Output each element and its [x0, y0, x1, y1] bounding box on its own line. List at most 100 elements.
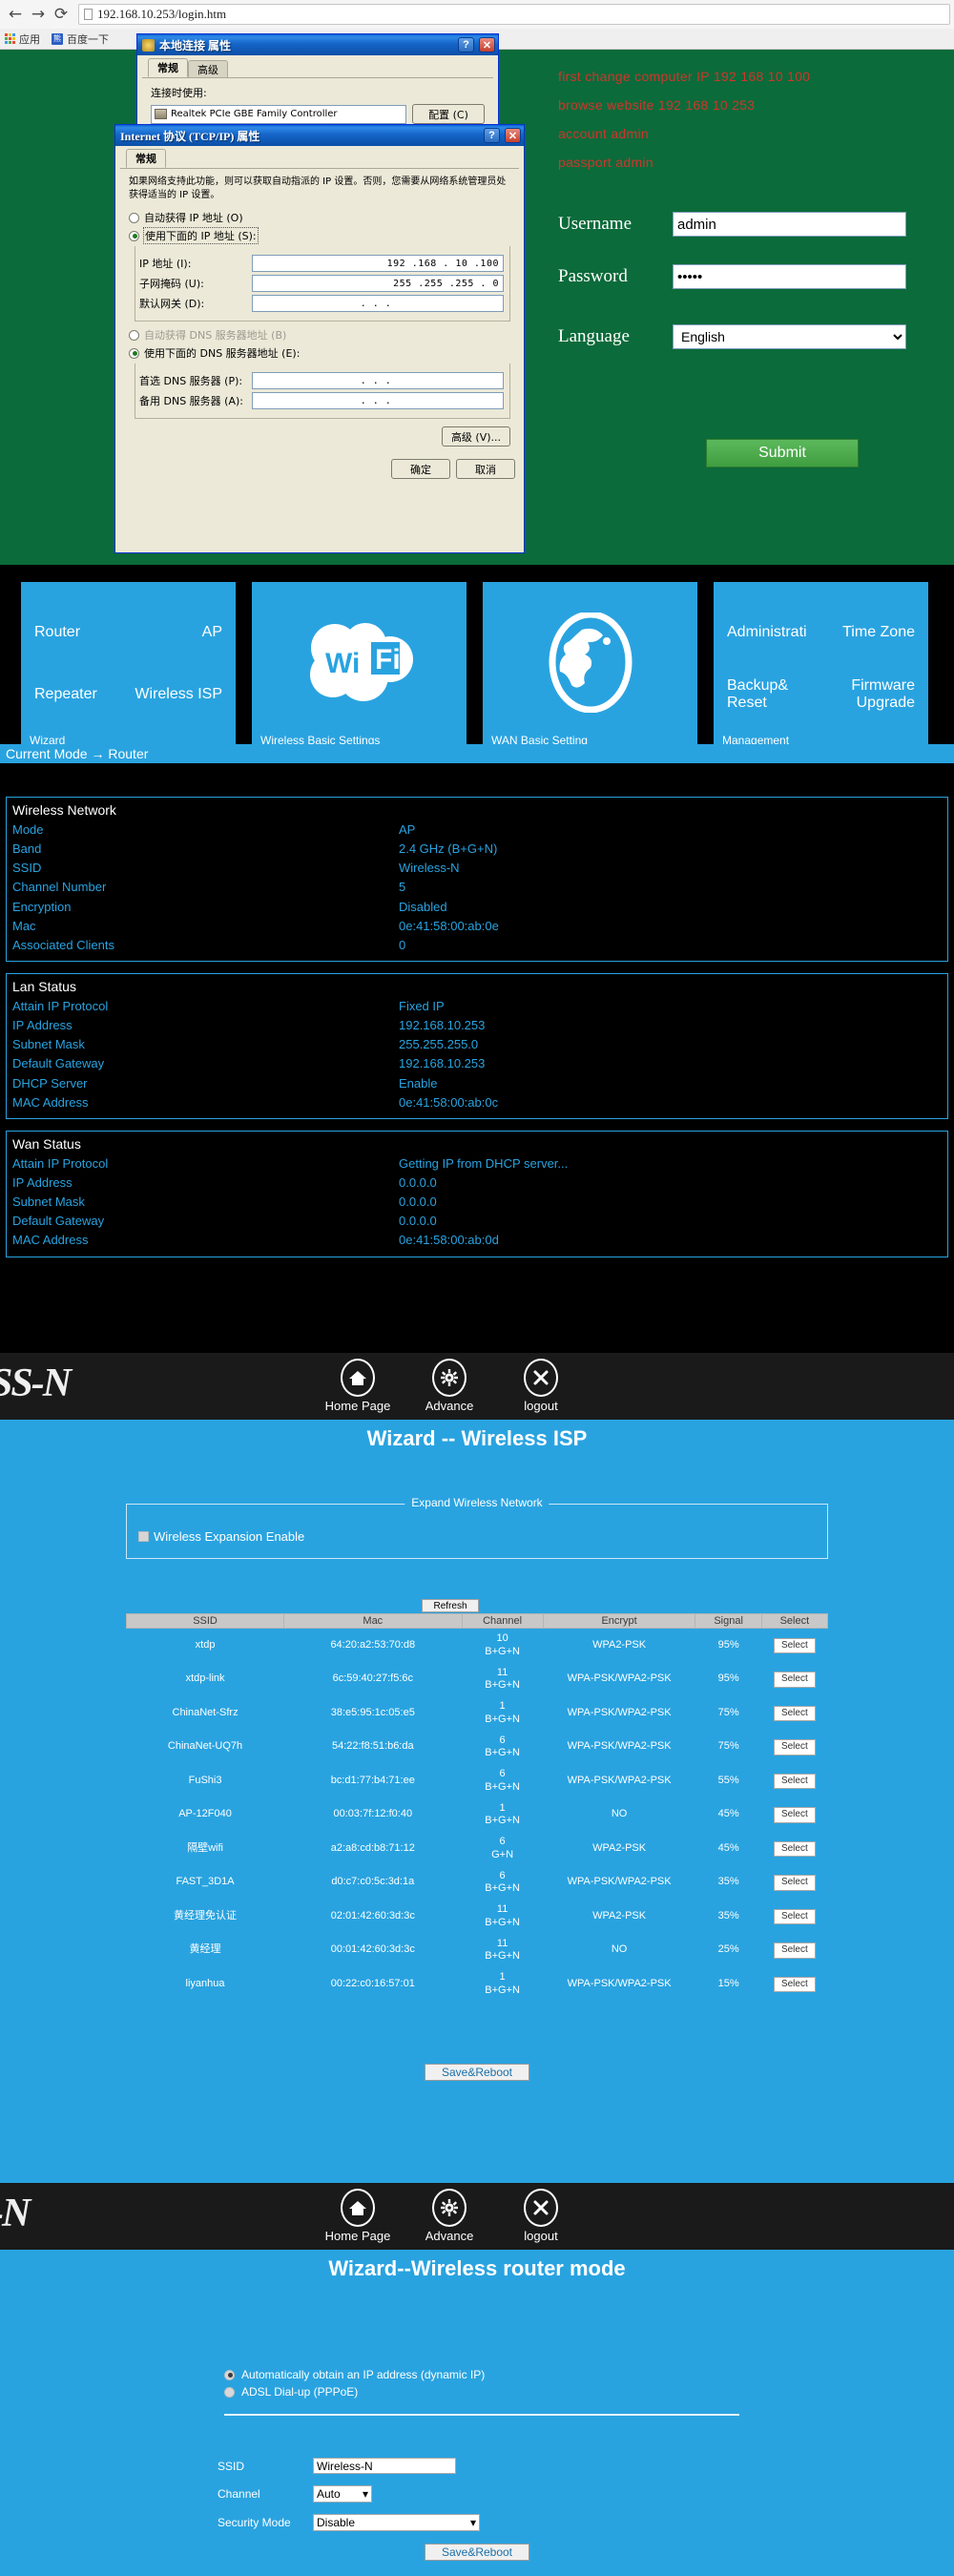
tile-wan-basic-setting[interactable]: WAN Basic Setting — [483, 582, 697, 754]
status-row: IP Address 192.168.10.253 — [7, 1016, 947, 1035]
checkbox-icon[interactable] — [138, 1531, 149, 1542]
cell-encrypt: WPA2-PSK — [592, 1841, 647, 1854]
configure-button[interactable]: 配置 (C) — [412, 104, 485, 124]
submit-button[interactable]: Submit — [706, 439, 859, 467]
ip-manual-radio[interactable]: 使用下面的 IP 地址 (S): — [129, 227, 510, 244]
nav-advance[interactable]: Advance — [416, 2189, 483, 2243]
wifi-icon: Wi Fi — [252, 613, 467, 713]
status-value: 0e:41:58:00:ab:0e — [399, 918, 499, 933]
ssid-input[interactable] — [313, 2458, 456, 2474]
channel-select[interactable]: Auto ▾ — [313, 2485, 372, 2503]
adapter-combo[interactable]: Realtek PCIe GBE Family Controller — [151, 104, 406, 124]
select-button[interactable]: Select — [773, 1908, 816, 1924]
gear-icon — [432, 1359, 467, 1397]
status-row: Encryption Disabled — [7, 898, 947, 917]
tile-wireless-basic-settings[interactable]: Wi Fi Wireless Basic Settings — [252, 582, 467, 754]
nav-home-label: Home Page — [324, 2229, 391, 2243]
preferred-dns-input[interactable]: . . . — [252, 372, 504, 389]
select-button[interactable]: Select — [773, 1942, 816, 1959]
lan-dialog-titlebar[interactable]: 本地连接 属性 ? ✕ — [137, 34, 498, 55]
status-key: Channel Number — [12, 880, 107, 895]
wireless-expansion-enable-row[interactable]: Wireless Expansion Enable — [138, 1529, 816, 1544]
save-reboot-button-router[interactable]: Save&Reboot — [425, 2544, 529, 2561]
bookmark-apps[interactable]: 应用 — [5, 31, 40, 47]
subnet-mask-input[interactable]: 255 .255 .255 . 0 — [252, 275, 504, 292]
table-row: xtdp 64:20:a2:53:70:d8 10 B+G+N WPA2-PSK 95% S… — [127, 1629, 828, 1663]
ok-button[interactable]: 确定 — [391, 459, 450, 479]
tile-wizard-ap[interactable]: AP — [129, 601, 222, 663]
ssid-label: SSID — [218, 2459, 245, 2473]
bookmark-baidu[interactable]: 熊 百度一下 — [52, 31, 109, 47]
table-row: liyanhua 00:22:c0:16:57:01 1 B+G+N WPA-PSK/W… — [127, 1967, 828, 2002]
tcpip-dialog-title: Internet 协议 (TCP/IP) 属性 — [120, 129, 260, 143]
home-icon — [341, 2189, 375, 2227]
nav-logout[interactable]: logout — [508, 2189, 574, 2243]
save-reboot-button-isp[interactable]: Save&Reboot — [425, 2064, 529, 2081]
help-button[interactable]: ? — [484, 128, 500, 143]
cancel-button[interactable]: 取消 — [456, 459, 515, 479]
select-button[interactable]: Select — [773, 1875, 816, 1891]
select-button[interactable]: Select — [773, 1705, 816, 1721]
cell-encrypt: WPA-PSK/WPA2-PSK — [567, 1774, 672, 1786]
tcpip-dialog-titlebar[interactable]: Internet 协议 (TCP/IP) 属性 ? ✕ — [115, 125, 524, 146]
tile-wizard-repeater[interactable]: Repeater — [34, 663, 129, 725]
security-mode-select[interactable]: Disable ▾ — [313, 2514, 480, 2531]
language-select[interactable]: English — [673, 324, 906, 349]
wizard-router-header: -N Home Page Advance — [0, 2183, 954, 2250]
wan-option-dynamic[interactable]: Automatically obtain an IP address (dyna… — [224, 2368, 739, 2381]
tile-wizard-router[interactable]: Router — [34, 601, 129, 663]
wan-option-pppoe[interactable]: ADSL Dial-up (PPPoE) — [224, 2385, 739, 2399]
tile-management-administration[interactable]: Administrati — [727, 601, 821, 663]
select-button[interactable]: Select — [773, 1773, 816, 1789]
reload-icon[interactable]: ⟳ — [50, 3, 73, 26]
status-row: Subnet Mask 255.255.255.0 — [7, 1035, 947, 1054]
preferred-dns-row: 首选 DNS 服务器 (P): . . . — [139, 372, 504, 389]
tile-wizard-wireless-isp[interactable]: Wireless ISP — [129, 663, 222, 725]
url-input[interactable]: 192.168.10.253/login.htm — [78, 4, 950, 25]
tile-management-backup-reset[interactable]: Backup& Reset — [727, 663, 821, 725]
tab-general[interactable]: 常规 — [148, 58, 188, 77]
tile-wizard[interactable]: Router AP Repeater Wireless ISP Wizard — [21, 582, 236, 754]
status-value: 255.255.255.0 — [399, 1037, 479, 1052]
status-value: 192.168.10.253 — [399, 1018, 486, 1033]
cell-encrypt: WPA2-PSK — [592, 1638, 647, 1651]
advanced-button[interactable]: 高级 (V)... — [442, 426, 510, 447]
nav-logout[interactable]: logout — [508, 1359, 574, 1413]
forward-icon[interactable]: → — [27, 3, 50, 26]
tab-general[interactable]: 常规 — [126, 149, 166, 168]
language-row: Language English — [558, 324, 906, 349]
tile-wizard-quadrants: Router AP Repeater Wireless ISP — [21, 582, 236, 754]
alternate-dns-input[interactable]: . . . — [252, 392, 504, 409]
help-button[interactable]: ? — [458, 37, 474, 52]
back-icon[interactable]: ← — [4, 3, 27, 26]
select-button[interactable]: Select — [773, 1976, 816, 1992]
ip-address-input[interactable]: 192 .168 . 10 .100 — [252, 255, 504, 272]
tile-management[interactable]: Administrati Time Zone Backup& Reset Fir… — [714, 582, 928, 754]
dns-auto-radio[interactable]: 自动获得 DNS 服务器地址 (B) — [129, 327, 510, 343]
tile-management-time-zone[interactable]: Time Zone — [821, 601, 915, 663]
close-icon — [524, 1359, 558, 1397]
select-button[interactable]: Select — [773, 1637, 816, 1653]
close-button[interactable]: ✕ — [479, 37, 495, 52]
select-button[interactable]: Select — [773, 1672, 816, 1688]
ip-auto-radio[interactable]: 自动获得 IP 地址 (O) — [129, 210, 510, 225]
cell-encrypt: NO — [611, 1943, 628, 1956]
refresh-button[interactable]: Refresh — [422, 1599, 479, 1612]
select-button[interactable]: Select — [773, 1807, 816, 1823]
dns-manual-radio[interactable]: 使用下面的 DNS 服务器地址 (E): — [129, 345, 510, 361]
username-input[interactable] — [673, 212, 906, 237]
cell-select: Select — [761, 1967, 827, 2002]
tab-advanced[interactable]: 高级 — [188, 60, 228, 77]
select-button[interactable]: Select — [773, 1739, 816, 1755]
select-button[interactable]: Select — [773, 1840, 816, 1857]
close-button[interactable]: ✕ — [505, 128, 521, 143]
nav-advance[interactable]: Advance — [416, 1359, 483, 1413]
nav-home-page[interactable]: Home Page — [324, 2189, 391, 2243]
default-gateway-input[interactable]: . . . — [252, 295, 504, 312]
password-input[interactable] — [673, 264, 906, 289]
nav-home-page[interactable]: Home Page — [324, 1359, 391, 1413]
cell-mac: 00:03:7f:12:f0:40 — [333, 1808, 413, 1820]
status-key: Default Gateway — [12, 1214, 105, 1229]
status-row: Attain IP Protocol Getting IP from DHCP … — [7, 1154, 947, 1174]
tile-management-firmware-upgrade[interactable]: Firmware Upgrade — [821, 663, 915, 725]
